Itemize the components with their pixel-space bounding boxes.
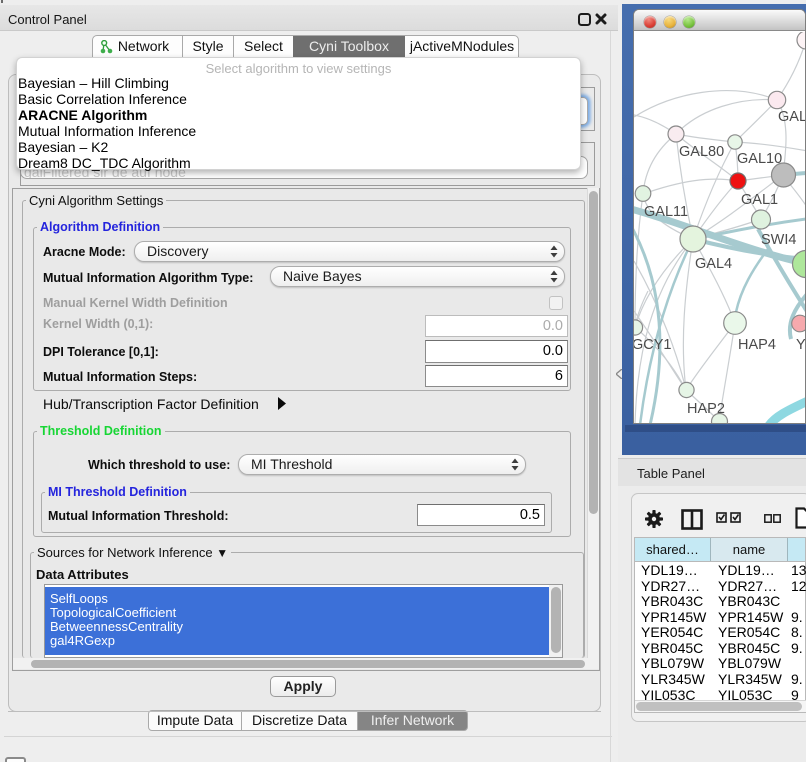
svg-text:GAL4: GAL4 [695, 256, 732, 272]
svg-text:GAL11: GAL11 [644, 204, 688, 220]
svg-text:GCY1: GCY1 [634, 337, 672, 353]
svg-text:SWI4: SWI4 [761, 232, 796, 248]
svg-text:Y: Y [796, 337, 806, 353]
svg-text:HAP4: HAP4 [738, 337, 776, 353]
svg-text:GAL80: GAL80 [679, 144, 724, 160]
svg-text:GAL1: GAL1 [741, 192, 778, 208]
svg-text:HAP2: HAP2 [687, 401, 725, 417]
svg-text:GAL10: GAL10 [737, 151, 782, 167]
svg-text:GAL: GAL [778, 109, 806, 125]
